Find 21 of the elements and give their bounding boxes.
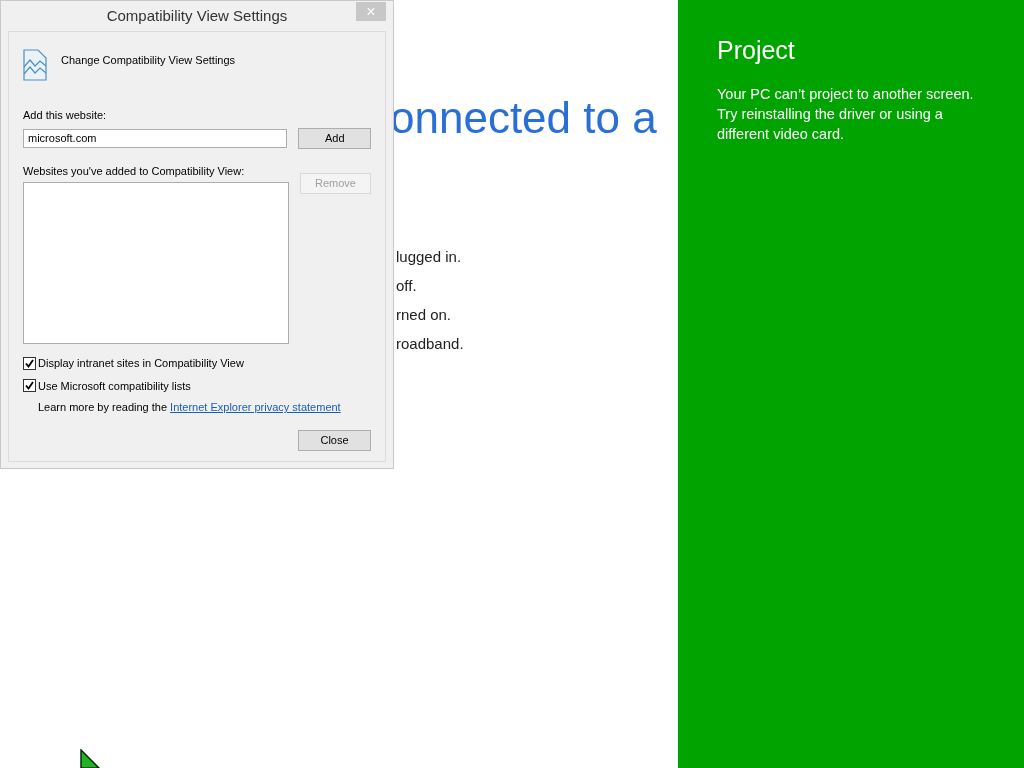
add-website-label: Add this website:	[23, 108, 107, 123]
checkbox-label: Use Microsoft compatibility lists	[38, 378, 191, 394]
close-dialog-button[interactable]: Close	[298, 430, 371, 451]
learn-more-text: Learn more by reading the Internet Explorer privacy statement	[38, 400, 341, 415]
page-text: rned on.	[396, 305, 452, 325]
checkbox[interactable]	[23, 379, 36, 393]
page-text: lugged in.	[396, 247, 462, 267]
pane-title: Project	[717, 35, 795, 66]
website-input[interactable]: microsoft.com	[23, 128, 288, 148]
pane-message: Your PC can’t project to another screen. Try reinstalling the driver or using a different video card.	[717, 85, 975, 144]
privacy-link[interactable]: Internet Explorer privacy statement	[170, 401, 341, 413]
dialog-header: Change Compatibility View Settings	[61, 53, 236, 68]
page-image-icon	[23, 49, 47, 81]
websites-list-label: Websites you've added to Compatibility View:	[23, 163, 245, 179]
page-text: off.	[396, 276, 417, 296]
window-title: Compatibility View Settings	[106, 5, 288, 26]
page-text: roadband.	[396, 334, 464, 354]
page-heading: onnected to a	[390, 92, 657, 144]
add-button[interactable]: Add	[298, 127, 371, 149]
checkbox[interactable]	[23, 356, 36, 370]
checkbox-label: Display intranet sites in Compatibility View	[38, 356, 244, 371]
